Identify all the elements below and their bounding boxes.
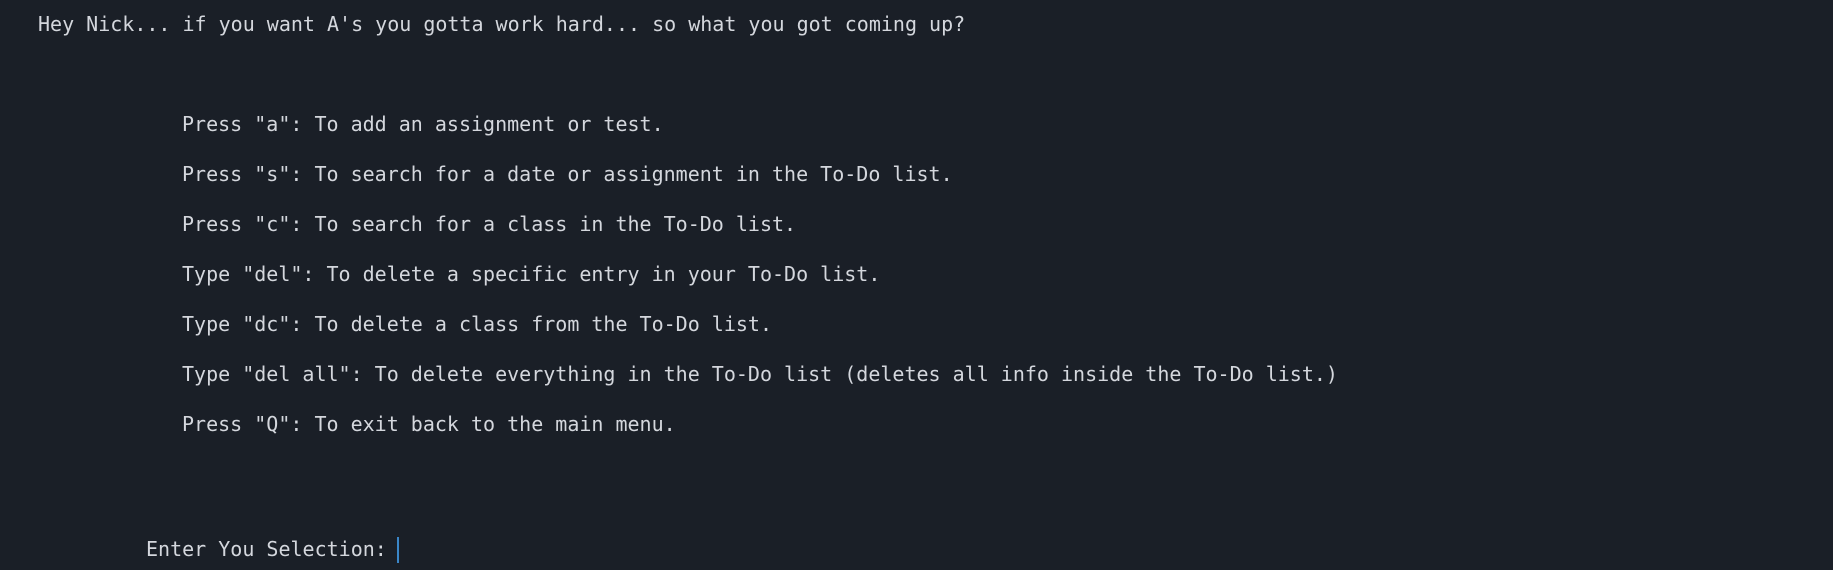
text-cursor: [397, 537, 399, 563]
menu-option-delete-all: Type "del all": To delete everything in …: [182, 362, 1338, 386]
selection-prompt: Enter You Selection:: [146, 537, 387, 561]
menu-option-delete-entry: Type "del": To delete a specific entry i…: [182, 262, 881, 286]
menu-option-quit: Press "Q": To exit back to the main menu…: [182, 412, 676, 436]
menu-option-add: Press "a": To add an assignment or test.: [182, 112, 664, 136]
greeting-text: Hey Nick... if you want A's you gotta wo…: [38, 12, 966, 36]
menu-option-delete-class: Type "dc": To delete a class from the To…: [182, 312, 773, 336]
menu-option-search-class: Press "c": To search for a class in the …: [182, 212, 797, 236]
terminal-window[interactable]: Hey Nick... if you want A's you gotta wo…: [0, 0, 1833, 570]
menu-option-search-date: Press "s": To search for a date or assig…: [182, 162, 953, 186]
